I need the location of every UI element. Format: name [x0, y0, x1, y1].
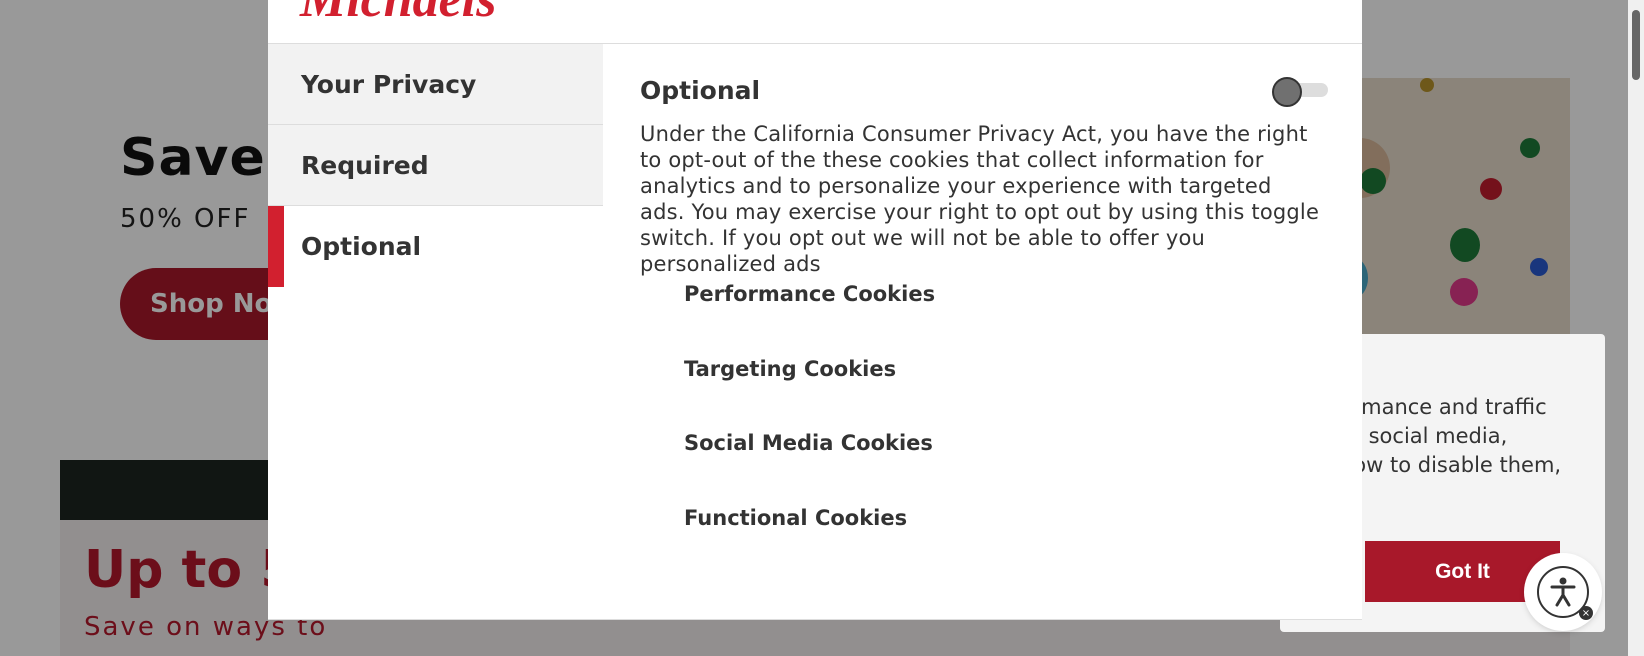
- accessibility-icon: ×: [1537, 566, 1593, 620]
- panel-title: Optional: [640, 76, 761, 105]
- tab-optional[interactable]: Optional: [268, 206, 603, 287]
- brand-logo: Michaels: [300, 0, 496, 29]
- tab-required[interactable]: Required: [268, 125, 603, 206]
- performance-cookies-item[interactable]: Performance Cookies: [684, 282, 935, 306]
- panel-description: Under the California Consumer Privacy Ac…: [640, 122, 1320, 276]
- social-media-cookies-item[interactable]: Social Media Cookies: [684, 431, 933, 455]
- tab-your-privacy[interactable]: Your Privacy: [268, 44, 603, 125]
- accessibility-button[interactable]: ×: [1527, 556, 1599, 628]
- functional-cookies-item[interactable]: Functional Cookies: [684, 506, 907, 530]
- cookie-banner-text-line: now to disable them,: [1340, 453, 1562, 477]
- cookie-banner-text-line: ur social media,: [1340, 424, 1508, 448]
- person-icon: [1550, 577, 1576, 607]
- targeting-cookies-item[interactable]: Targeting Cookies: [684, 357, 896, 381]
- privacy-tabs: Your Privacy Required Optional: [268, 44, 603, 287]
- modal-divider-bottom: [268, 619, 1362, 620]
- scrollbar-thumb[interactable]: [1632, 10, 1640, 80]
- page-scrollbar[interactable]: [1628, 0, 1644, 656]
- cookie-banner-text-line: ormance and traffic: [1340, 395, 1547, 419]
- toggle-knob: [1272, 77, 1302, 107]
- close-small-icon: ×: [1579, 606, 1593, 620]
- optional-panel: Optional Under the California Consumer P…: [640, 70, 1320, 277]
- page: Save o 50% OFF Shop Now Up to 50 Save on…: [0, 0, 1644, 656]
- optional-cookies-toggle[interactable]: [1272, 77, 1328, 107]
